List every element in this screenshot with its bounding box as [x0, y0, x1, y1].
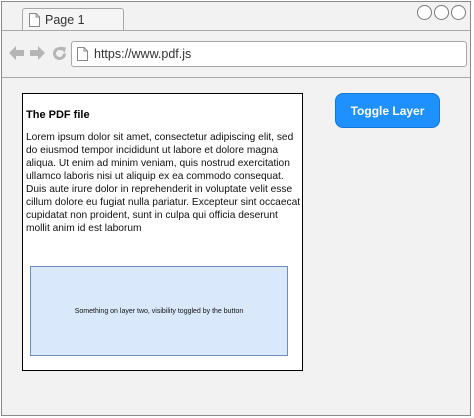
browser-toolbar: https://www.pdf.js [2, 30, 470, 78]
document-icon [29, 13, 40, 27]
forward-button[interactable] [29, 45, 45, 61]
window-controls [417, 5, 466, 20]
reload-button[interactable] [51, 45, 67, 61]
pdf-body-text: Lorem ipsum dolor sit amet, consectetur … [26, 132, 301, 234]
arrow-left-icon [9, 46, 24, 60]
toggle-layer-button[interactable]: Toggle Layer [335, 93, 440, 128]
layer-two-text: Something on layer two, visibility toggl… [74, 307, 244, 315]
pdf-page: The PDF file Lorem ipsum dolor sit amet,… [22, 93, 303, 371]
back-button[interactable] [9, 45, 25, 61]
arrow-right-icon [30, 46, 45, 60]
browser-window: Page 1 https://www.pdf.js The PDF file L… [1, 1, 471, 416]
minimize-circle-icon[interactable] [417, 5, 432, 20]
page-content: The PDF file Lorem ipsum dolor sit amet,… [2, 79, 470, 415]
document-icon [77, 47, 88, 61]
pdf-title: The PDF file [26, 109, 90, 121]
tab-page-1[interactable]: Page 1 [22, 8, 124, 31]
address-bar[interactable]: https://www.pdf.js [71, 41, 467, 67]
maximize-circle-icon[interactable] [434, 5, 449, 20]
layer-two-box: Something on layer two, visibility toggl… [30, 266, 288, 356]
tab-bar: Page 1 [2, 2, 470, 31]
url-text: https://www.pdf.js [94, 47, 192, 61]
tab-label: Page 1 [45, 13, 85, 27]
close-circle-icon[interactable] [451, 5, 466, 20]
reload-icon [52, 46, 66, 60]
